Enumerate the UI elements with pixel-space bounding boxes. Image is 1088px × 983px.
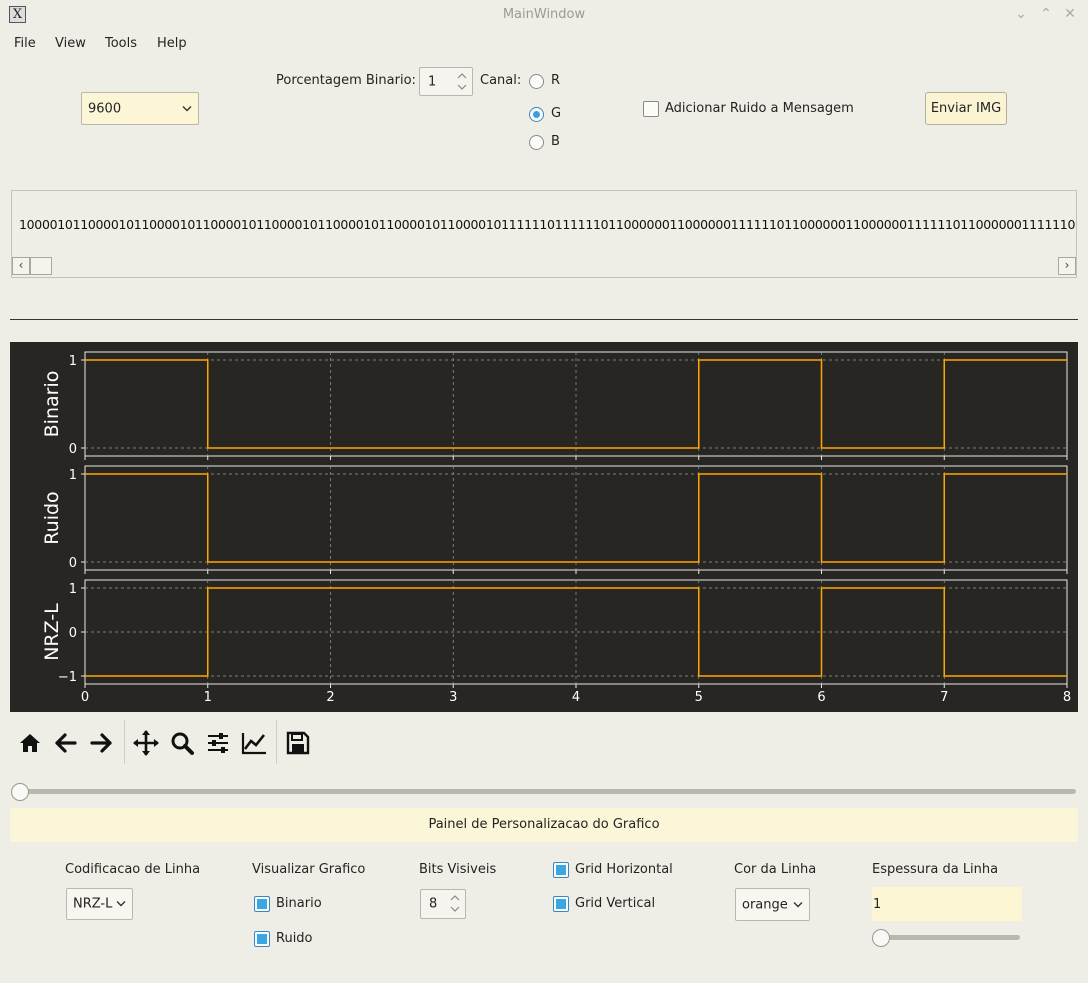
x-tick-label: 6 [817,690,825,705]
y-tick-label: 1 [69,582,77,597]
minimize-icon[interactable]: ⌄ [1013,5,1029,23]
canal-label: Canal: [480,73,522,88]
visible-bits-label: Bits Visiveis [419,862,497,877]
percentage-label: Porcentagem Binario: [276,73,416,88]
home-icon[interactable] [16,729,44,757]
show-ruido-checkbox[interactable] [254,931,270,947]
menu-file[interactable]: File [14,36,36,51]
x-tick-label: 5 [695,690,703,705]
radio-b-label: B [551,134,560,149]
y-axis-label: Ruido [41,491,63,544]
menu-view[interactable]: View [55,36,86,51]
y-tick-label: 0 [69,442,77,457]
percentage-spinbox[interactable]: 1 [419,67,473,96]
line-coding-label: Codificacao de Linha [65,862,201,877]
view-graph-label: Visualizar Grafico [252,862,366,877]
plot-background [10,342,1078,712]
x-tick-label: 7 [940,690,948,705]
pan-icon[interactable] [132,729,160,757]
grid-vertical-label: Grid Vertical [575,896,656,911]
chevron-down-icon [793,901,803,907]
configure-subplots-icon[interactable] [204,729,232,757]
percentage-value: 1 [428,74,437,89]
x-tick-label: 2 [326,690,334,705]
grid-vertical-checkbox[interactable] [553,896,569,912]
scroll-left-icon[interactable]: ‹ [12,257,30,275]
y-tick-label: 1 [69,354,77,369]
line-width-input[interactable]: 1 [872,887,1022,921]
line-color-value: orange [742,897,788,912]
x-tick-label: 3 [449,690,457,705]
radio-b[interactable] [529,135,544,150]
line-coding-select[interactable]: NRZ-L [66,888,133,920]
edit-axis-icon[interactable] [240,729,268,757]
y-axis-label: Binario [41,371,63,438]
line-color-label: Cor da Linha [734,862,817,877]
radio-r-label: R [551,73,561,88]
line-coding-value: NRZ-L [73,896,113,912]
maximize-icon[interactable]: ⌃ [1038,5,1054,23]
add-noise-checkbox[interactable] [643,101,659,117]
bits-scroll-slider-track[interactable] [12,789,1076,794]
binary-text-area[interactable]: 1000010110000101100001011000010110000101… [11,190,1077,278]
save-icon[interactable] [284,729,312,757]
chevron-down-icon [182,105,192,111]
window-title: MainWindow [502,7,586,22]
close-icon[interactable]: ✕ [1062,5,1078,23]
x-tick-label: 4 [572,690,580,705]
toolbar-separator [276,720,277,764]
y-tick-label: 0 [69,626,77,641]
signal-plot[interactable]: 1 0 Binario 1 0 Ruido 1 0 −1 NRZ-L 0 1 2 3 4 5 6 7 8 [10,342,1078,712]
toolbar-separator [124,720,125,764]
send-image-button[interactable]: Enviar IMG [925,92,1007,125]
y-axis-label: NRZ-L [41,603,63,661]
line-width-slider-track[interactable] [874,935,1020,940]
radio-g-label: G [551,106,562,121]
horizontal-scrollbar[interactable]: ‹ › [12,257,1076,277]
binary-text: 1000010110000101100001011000010110000101… [19,217,1077,232]
separator-line [10,319,1078,320]
show-binario-checkbox[interactable] [254,896,270,912]
line-width-label: Espessura da Linha [872,862,999,877]
visible-bits-value: 8 [429,896,438,912]
radio-r[interactable] [529,74,544,89]
scroll-right-icon[interactable]: › [1058,257,1076,275]
panel-title: Painel de Personalizacao do Grafico [10,808,1078,842]
back-icon[interactable] [52,729,80,757]
line-color-select[interactable]: orange [735,888,810,921]
spin-arrows-icon[interactable] [450,893,460,915]
show-binario-label: Binario [276,896,322,911]
baud-rate-value: 9600 [88,101,122,116]
x-tick-label: 8 [1063,690,1071,705]
spin-arrows-icon[interactable] [457,71,467,93]
radio-g[interactable] [529,107,544,122]
x-tick-label: 0 [81,690,89,705]
y-tick-label: 0 [69,556,77,571]
bits-scroll-slider-handle[interactable] [11,783,29,801]
title-bar: X MainWindow ⌄ ⌃ ✕ [0,0,1088,29]
show-ruido-label: Ruido [276,931,313,946]
grid-horizontal-label: Grid Horizontal [575,862,673,877]
forward-icon[interactable] [87,729,115,757]
y-tick-label: 1 [69,468,77,483]
menu-help[interactable]: Help [157,36,187,51]
add-noise-label: Adicionar Ruido a Mensagem [665,101,854,116]
line-width-value: 1 [873,897,882,912]
visible-bits-spinbox[interactable]: 8 [420,889,466,919]
grid-horizontal-checkbox[interactable] [553,862,569,878]
line-width-slider-handle[interactable] [872,929,890,947]
scroll-thumb[interactable] [30,257,52,275]
y-tick-label: −1 [58,670,77,685]
chevron-down-icon [116,901,126,907]
x-tick-label: 1 [204,690,212,705]
zoom-icon[interactable] [168,729,196,757]
baud-rate-select[interactable]: 9600 [81,92,199,125]
menu-tools[interactable]: Tools [105,36,137,51]
